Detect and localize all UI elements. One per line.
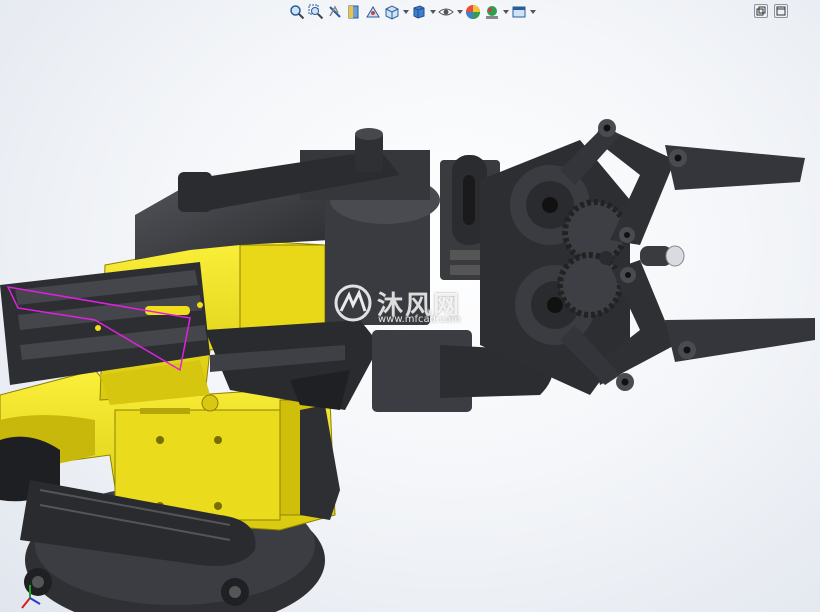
restore-icon[interactable]	[754, 4, 768, 18]
gripper	[480, 119, 815, 395]
chevron-down-icon[interactable]	[502, 3, 509, 21]
section-view-icon[interactable]	[345, 3, 363, 21]
apply-scene-icon[interactable]	[483, 3, 501, 21]
watermark-url: www.mfcad.com	[378, 314, 461, 325]
view-settings-icon[interactable]	[510, 3, 528, 21]
display-style-icon[interactable]	[410, 3, 428, 21]
zoom-to-area-icon[interactable]	[307, 3, 325, 21]
chevron-down-icon[interactable]	[402, 3, 409, 21]
window-controls	[754, 4, 788, 18]
chevron-down-icon[interactable]	[456, 3, 463, 21]
previous-view-icon[interactable]	[326, 3, 344, 21]
heads-up-view-toolbar	[288, 2, 536, 22]
view-orientation-icon[interactable]	[383, 3, 401, 21]
dynamic-annotation-icon[interactable]	[364, 3, 382, 21]
hide-show-items-icon[interactable]	[437, 3, 455, 21]
maximize-icon[interactable]	[774, 4, 788, 18]
model-viewport[interactable]	[0, 0, 820, 612]
edit-appearance-icon[interactable]	[464, 3, 482, 21]
chevron-down-icon[interactable]	[529, 3, 536, 21]
zoom-to-fit-icon[interactable]	[288, 3, 306, 21]
chevron-down-icon[interactable]	[429, 3, 436, 21]
